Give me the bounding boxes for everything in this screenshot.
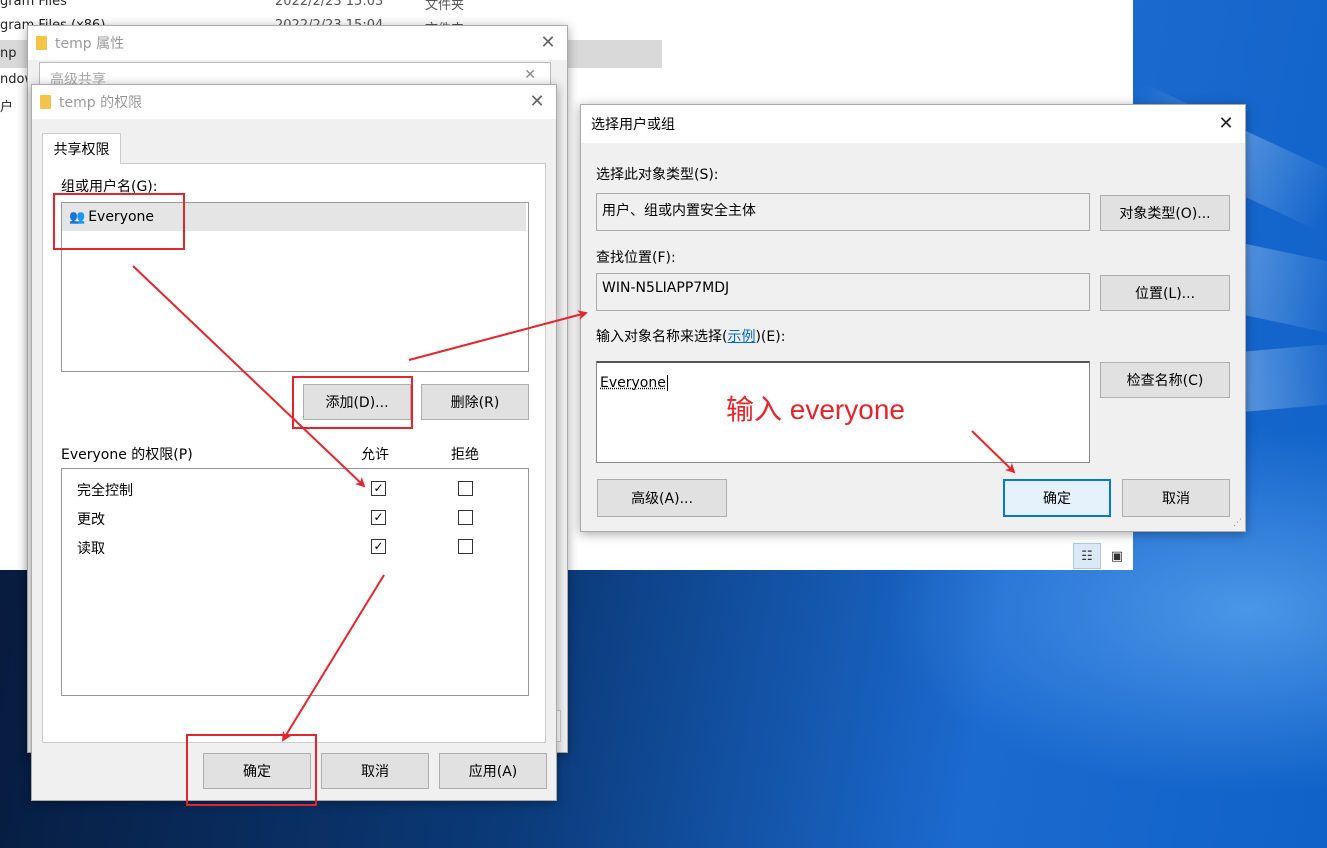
locations-button-label: 位置(L)... [1134,286,1196,302]
resize-grip-icon[interactable]: ⋰ [1233,518,1242,528]
permission-name: 完全控制 [77,483,133,499]
close-icon[interactable]: ✕ [526,91,548,113]
object-types-button[interactable]: 对象类型(O)... [1100,195,1230,231]
select-users-title: 选择用户或组 [591,117,675,133]
details-view-icon[interactable]: ☷ [1073,543,1101,569]
object-type-label: 选择此对象类型(S): [596,167,719,183]
select-users-window: 选择用户或组 ✕ 选择此对象类型(S): 用户、组或内置安全主体 对象类型(O)… [580,104,1246,532]
allow-checkbox-full-control[interactable]: ✓ [371,481,386,496]
select-ok-button-label: 确定 [1043,491,1071,507]
tab-share-permissions[interactable]: 共享权限 [42,133,121,164]
properties-title: temp 属性 [55,36,125,52]
enter-object-label: 输入对象名称来选择(示例)(E): [596,326,785,346]
file-row[interactable]: gram Files 2022/2/23 15:03 文件夹 [0,0,464,18]
advanced-button-label: 高级(A)... [631,491,693,507]
check-names-button[interactable]: 检查名称(C) [1100,362,1230,398]
deny-checkbox-read[interactable] [458,539,473,554]
location-field: WIN-N5LIAPP7MDJ [596,273,1090,311]
enter-label-suffix: )(E): [755,329,786,345]
highlight-box-ok [186,734,317,806]
file-row[interactable]: 户 [0,96,13,120]
remove-button[interactable]: 删除(R) [421,384,529,420]
view-toggle: ☷ ▣ [1073,543,1131,569]
highlight-box-add [292,376,413,429]
select-cancel-button-label: 取消 [1162,491,1190,507]
permission-name: 更改 [77,512,105,528]
permissions-title: temp 的权限 [59,95,143,111]
close-icon[interactable]: ✕ [524,67,536,83]
close-icon[interactable]: ✕ [1215,113,1237,135]
allow-header: 允许 [361,447,389,463]
select-users-titlebar: 选择用户或组 ✕ [581,105,1245,143]
check-names-button-label: 检查名称(C) [1126,373,1204,389]
file-name: 户 [0,100,14,115]
large-icons-view-icon[interactable]: ▣ [1103,543,1131,569]
permission-list: 完全控制 ✓ 更改 ✓ 读取 ✓ [61,468,529,696]
file-row[interactable]: np [0,46,17,70]
tab-label: 共享权限 [53,142,110,158]
examples-link[interactable]: 示例 [727,329,755,345]
folder-icon [36,36,47,50]
file-type: 文件夹 [425,0,465,13]
object-types-button-label: 对象类型(O)... [1119,206,1211,222]
object-names-text: Everyone [600,375,668,391]
cancel-button[interactable]: 取消 [321,753,429,789]
apply-button[interactable]: 应用(A) [439,753,547,789]
deny-header: 拒绝 [451,447,479,463]
permissions-titlebar: temp 的权限 ✕ [32,85,556,119]
properties-titlebar: temp 属性 ✕ [28,26,567,60]
cancel-button-label: 取消 [361,764,389,780]
file-name: gram Files [0,0,67,9]
advanced-button[interactable]: 高级(A)... [597,479,727,517]
allow-checkbox-read[interactable]: ✓ [371,539,386,554]
file-name: np [0,46,17,61]
folder-icon [40,95,51,109]
permissions-window: temp 的权限 ✕ 共享权限 组或用户名(G): 👥 Everyone 添加(… [31,84,557,801]
permission-for-label: Everyone 的权限(P) [61,447,193,463]
allow-checkbox-change[interactable]: ✓ [371,510,386,525]
remove-button-label: 删除(R) [450,395,500,411]
highlight-box-everyone [53,193,185,250]
tab-panel: 组或用户名(G): 👥 Everyone 添加(D)... 删除(R) Ever… [42,163,546,743]
enter-label-prefix: 输入对象名称来选择( [596,329,728,345]
permission-name: 读取 [77,541,105,557]
locations-button[interactable]: 位置(L)... [1100,275,1230,311]
object-type-field: 用户、组或内置安全主体 [596,193,1090,231]
annotation-text: 输入 everyone [726,394,905,425]
close-icon[interactable]: ✕ [537,32,559,54]
deny-checkbox-full-control[interactable] [458,481,473,496]
location-label: 查找位置(F): [596,250,676,266]
select-cancel-button[interactable]: 取消 [1122,479,1230,517]
deny-checkbox-change[interactable] [458,510,473,525]
apply-button-label: 应用(A) [468,764,518,780]
file-date: 2022/2/23 15:03 [275,0,384,9]
select-ok-button[interactable]: 确定 [1003,479,1111,517]
